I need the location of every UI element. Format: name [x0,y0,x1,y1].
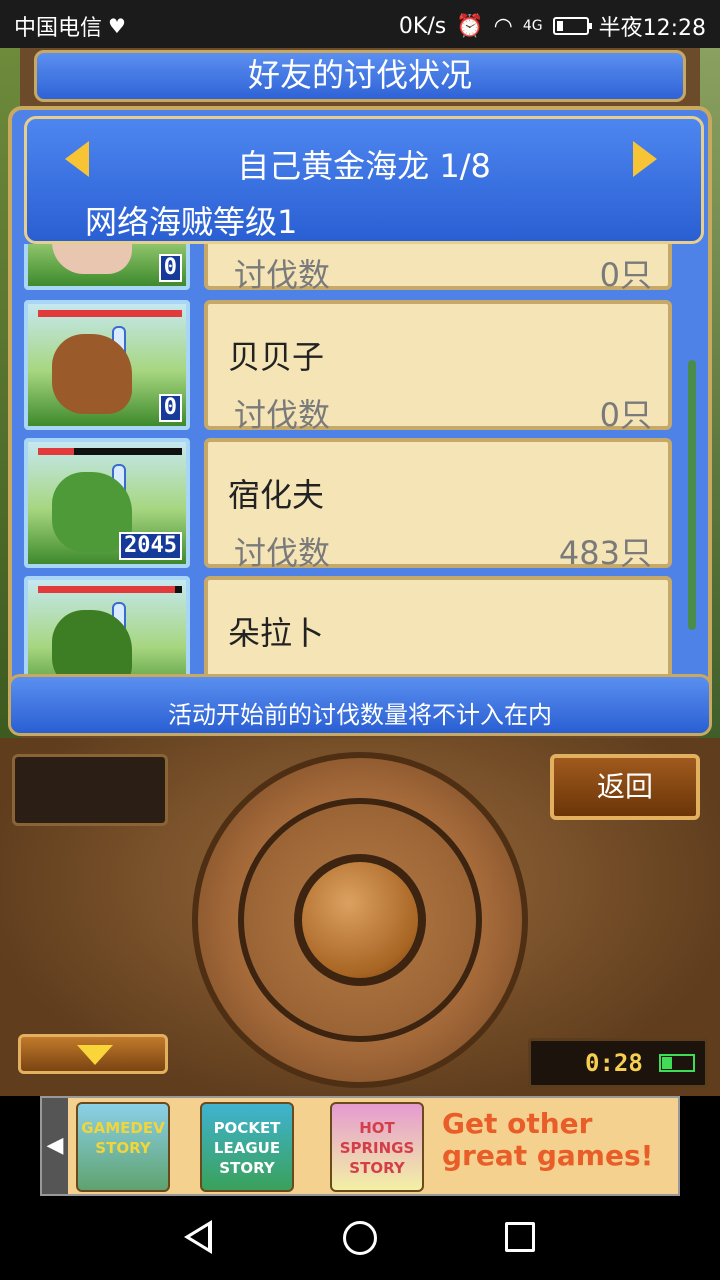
nav-home-icon[interactable] [343,1221,377,1255]
monster-thumbnail: 0 [24,244,190,290]
ad-prev-icon[interactable]: ◀ [42,1098,68,1194]
game-battery-icon [659,1054,695,1072]
pirate-level: 网络海贼等级1 [85,203,298,241]
kill-count-value: 0只 [599,396,652,434]
carrier-label: 中国电信 [14,16,103,41]
dpad[interactable] [192,752,528,1088]
friend-header: 自己黄金海龙 1/8 网络海贼等级1 [24,116,704,244]
hp-bar [38,586,182,593]
controller-panel: 返回 0:28 [0,738,720,1096]
friend-island-name: 自己黄金海龙 1/8 [237,147,491,185]
net-speed: 0K/s [398,13,447,39]
kill-count-label: 讨伐数 [234,256,331,294]
back-button[interactable]: 返回 [550,754,700,820]
monster-sprite [52,334,132,414]
list-item[interactable]: 2045 宿化夫 讨伐数 483只 [22,438,686,572]
friend-panel: 自己黄金海龙 1/8 网络海贼等级1 0 讨伐数 0只 0 贝贝子 讨伐数 0只… [8,106,712,736]
scroll-down-button[interactable] [18,1034,168,1074]
monster-name: 朵拉卜 [228,614,325,652]
monster-name: 贝贝子 [228,338,325,376]
list-item[interactable]: 0 贝贝子 讨伐数 0只 [22,300,686,434]
down-arrow-icon [77,1045,113,1065]
monster-card: 讨伐数 0只 [204,244,672,294]
dpad-center-button[interactable] [294,854,426,986]
nav-recent-icon[interactable] [505,1222,535,1252]
kill-count-label: 讨伐数 [234,396,331,434]
screen-title: 好友的讨伐状况 [34,50,686,102]
monster-badge: 0 [158,254,182,282]
kill-count-value: 0只 [599,256,652,294]
ad-game-gamedev[interactable]: GAMEDEV STORY [76,1102,170,1192]
monster-thumbnail: 0 [24,300,190,430]
clock: 半夜12:28 [598,16,706,41]
ad-slogan[interactable]: Get other great games! [442,1108,678,1172]
list-scrollbar[interactable] [688,360,696,630]
ad-banner[interactable]: ◀ GAMEDEV STORY POCKET LEAGUE STORY HOT … [40,1096,680,1196]
monster-badge: 0 [158,394,182,422]
monster-badge: 2045 [119,532,182,560]
list-item[interactable]: 0 讨伐数 0只 [22,244,686,294]
alarm-icon: ⏰ [456,13,484,39]
hp-bar [38,448,182,455]
monster-name: 宿化夫 [228,476,325,514]
status-bar: 中国电信 ♥ 0K/s ⏰ ◠ 4G 半夜12:28 [0,0,720,48]
ad-game-hot-springs[interactable]: HOT SPRINGS STORY [330,1102,424,1192]
monster-thumbnail: 2045 [24,438,190,568]
game-timer: 0:28 [528,1038,708,1088]
timer-value: 0:28 [585,1049,643,1077]
health-icon: ♥ [108,14,126,38]
mini-screen [12,754,168,826]
kill-count-value: 483只 [558,534,652,572]
game-area: 好友的讨伐状况 自己黄金海龙 1/8 网络海贼等级1 0 讨伐数 0只 0 贝贝… [0,48,720,1096]
hp-bar [38,310,182,317]
next-arrow-icon[interactable] [633,141,657,177]
monster-sprite [52,244,132,274]
system-nav-bar [0,1196,720,1280]
notice-banner: 活动开始前的讨伐数量将不计入在内 [8,674,712,736]
ad-game-pocket-league[interactable]: POCKET LEAGUE STORY [200,1102,294,1192]
wifi-icon: ◠ [493,13,513,39]
kill-count-label: 讨伐数 [234,534,331,572]
battery-icon [552,17,592,35]
monster-card: 贝贝子 讨伐数 0只 [204,300,672,434]
monster-list[interactable]: 0 讨伐数 0只 0 贝贝子 讨伐数 0只 2045 宿化夫 讨伐数 483只 … [22,244,686,720]
network-label: 4G [522,18,543,34]
monster-card: 宿化夫 讨伐数 483只 [204,438,672,572]
